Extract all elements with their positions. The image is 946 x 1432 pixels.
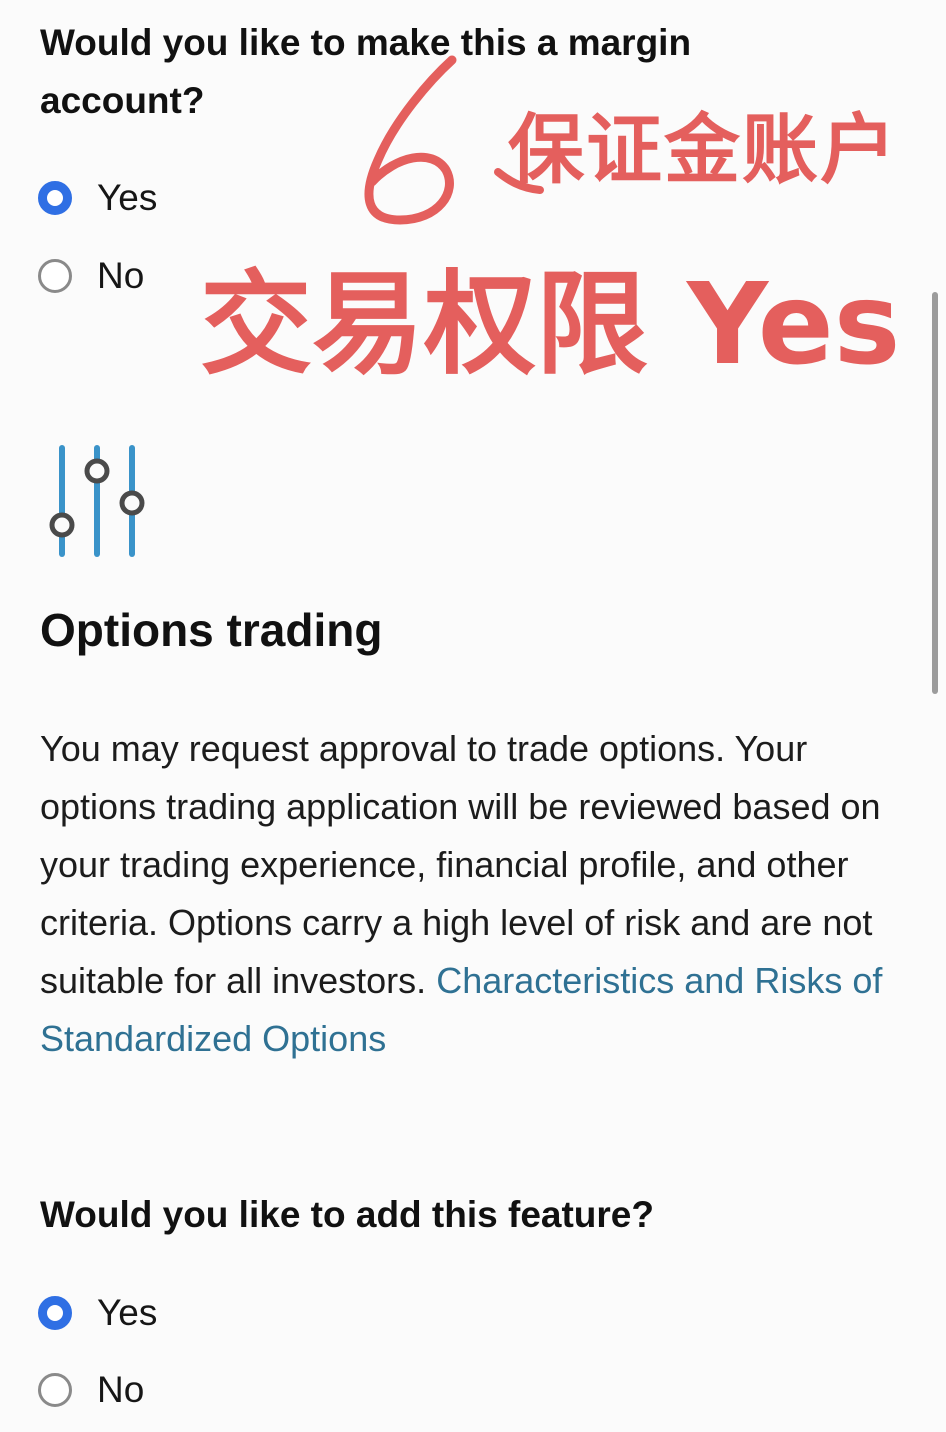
margin-yes-radio[interactable] <box>38 181 72 215</box>
feature-yes-option[interactable]: Yes <box>38 1291 157 1335</box>
feature-no-radio[interactable] <box>38 1373 72 1407</box>
annotation-trading-permission: 交易权限 Yes <box>200 260 901 390</box>
feature-yes-radio[interactable] <box>38 1296 72 1330</box>
margin-no-radio[interactable] <box>38 259 72 293</box>
feature-yes-label: Yes <box>97 1292 158 1333</box>
margin-no-option[interactable]: No <box>38 254 144 298</box>
vertical-scrollbar[interactable] <box>932 292 938 694</box>
margin-yes-label: Yes <box>97 177 158 218</box>
options-trading-title: Options trading <box>40 604 383 656</box>
margin-no-label: No <box>97 255 145 296</box>
sliders-icon <box>49 445 145 557</box>
annotation-margin-account: 保证金账户 <box>508 105 898 194</box>
feature-no-label: No <box>97 1369 145 1410</box>
brokerage-account-settings-page: Would you like to make this a margin acc… <box>0 0 946 1432</box>
margin-yes-option[interactable]: Yes <box>38 176 157 220</box>
add-feature-question: Would you like to add this feature? <box>40 1194 654 1235</box>
options-trading-description: You may request approval to trade option… <box>40 720 910 1068</box>
feature-no-option[interactable]: No <box>38 1368 144 1412</box>
